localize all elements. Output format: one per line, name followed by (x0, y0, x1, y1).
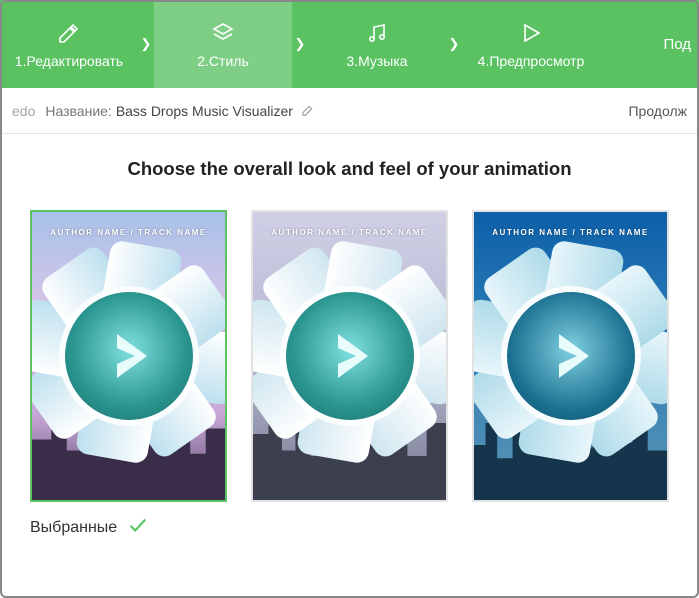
window-frame (0, 0, 699, 598)
